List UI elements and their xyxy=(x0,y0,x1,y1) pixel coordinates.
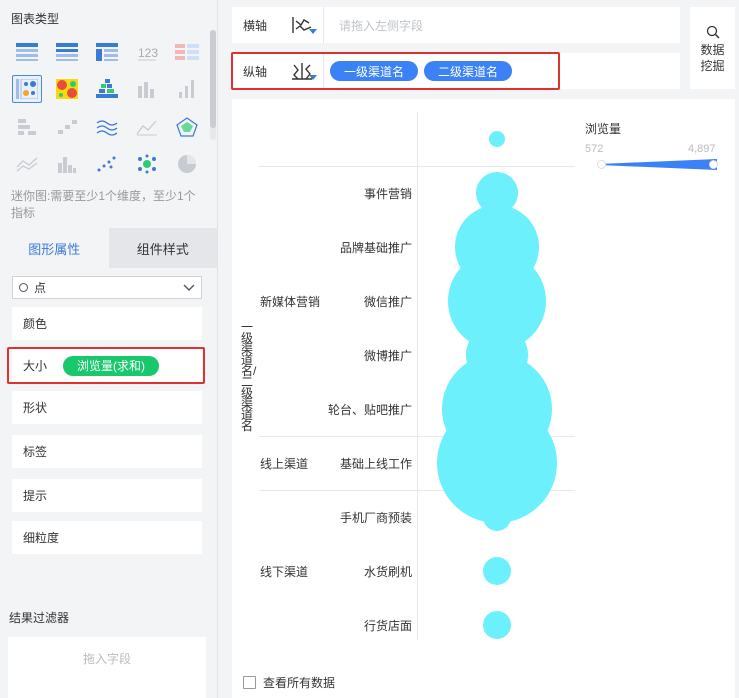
chart-type-title: 图表类型 xyxy=(11,12,60,26)
circle-mark-icon xyxy=(19,283,28,292)
svg-text:123: 123 xyxy=(138,46,158,60)
row-label: 轮台、贴吧推广 xyxy=(327,403,412,417)
area-line-icon[interactable] xyxy=(132,113,162,141)
histogram-icon[interactable] xyxy=(52,150,82,178)
top-border xyxy=(417,166,575,167)
scatter-icon[interactable] xyxy=(92,150,122,178)
color-label: 颜色 xyxy=(23,317,48,331)
group-table-icon[interactable] xyxy=(52,38,82,66)
heatmap-icon[interactable] xyxy=(52,75,82,103)
bubble-point[interactable] xyxy=(482,556,512,586)
result-filter-title: 结果过滤器 xyxy=(9,611,70,625)
mark-type-select[interactable]: 点 xyxy=(12,276,202,299)
chevron-down-icon xyxy=(183,284,195,291)
row-label: 水货刷机 xyxy=(363,565,412,579)
legend-max-handle[interactable] xyxy=(709,160,718,169)
group-label: 线下渠道 xyxy=(260,565,309,579)
bubble-point[interactable] xyxy=(482,502,512,532)
x-axis-label: 横轴 xyxy=(243,18,268,33)
column-divider xyxy=(417,112,418,640)
column-chart-icon[interactable] xyxy=(132,75,162,103)
dot-matrix-icon[interactable] xyxy=(92,75,122,103)
granularity-property[interactable]: 细粒度 xyxy=(12,521,202,554)
panel-tabs: 图形属性 组件样式 xyxy=(0,228,217,268)
radar-icon[interactable] xyxy=(172,113,202,141)
legend-max: 4,897 xyxy=(688,143,716,155)
row-label: 基础上线工作 xyxy=(339,457,412,471)
y-axis-title: 一级渠道名/二级渠道名 xyxy=(241,320,257,433)
tooltip-label: 提示 xyxy=(23,489,48,503)
granularity-label: 细粒度 xyxy=(23,531,60,545)
x-axis-shelf: 横轴 请拖入左侧字段 xyxy=(232,7,680,43)
bubble-point[interactable] xyxy=(489,131,505,147)
mark-type-value: 点 xyxy=(34,281,47,295)
legend-min: 572 xyxy=(585,143,604,155)
result-filter-dropzone[interactable]: 拖入字段 xyxy=(8,637,206,698)
row-label: 品牌基础推广 xyxy=(339,241,412,255)
data-mining-label-2: 挖掘 xyxy=(700,59,725,73)
row-label: 事件营销 xyxy=(363,187,412,201)
chart-type-scrollbar[interactable] xyxy=(210,30,216,140)
bubble-point[interactable] xyxy=(482,610,512,640)
row-label: 微信推广 xyxy=(363,295,412,309)
magnifier-icon xyxy=(706,25,720,39)
shape-property[interactable]: 形状 xyxy=(12,391,202,424)
bar-chart-icon[interactable] xyxy=(172,75,202,103)
data-mining-button[interactable]: 数据 挖掘 xyxy=(690,7,735,89)
stacked-area-icon[interactable] xyxy=(12,150,42,178)
y-axis-highlight-box xyxy=(231,52,560,90)
size-legend-slider[interactable] xyxy=(597,159,718,170)
scatter-matrix-icon[interactable] xyxy=(12,75,42,103)
size-highlight-box xyxy=(7,347,205,384)
kpi-number-icon[interactable]: 123 xyxy=(132,38,162,66)
pie-icon[interactable] xyxy=(172,150,202,178)
x-axis-sort-icon[interactable] xyxy=(280,7,324,43)
view-all-label: 查看所有数据 xyxy=(263,676,336,690)
cross-table-icon[interactable] xyxy=(92,38,122,66)
row-label: 微博推广 xyxy=(363,349,412,363)
legend-min-handle[interactable] xyxy=(597,160,606,169)
bubble-icon[interactable] xyxy=(132,150,162,178)
grouped-dot-icon[interactable] xyxy=(12,113,42,141)
row-label: 行货店面 xyxy=(363,619,412,633)
x-axis-dropzone[interactable]: 请拖入左侧字段 xyxy=(324,17,423,34)
group-label: 线上渠道 xyxy=(260,457,309,471)
table-icon[interactable] xyxy=(12,38,42,66)
shape-label: 形状 xyxy=(23,401,48,415)
label-label: 标签 xyxy=(23,445,48,459)
chart-type-hint: 迷你图:需要至少1个维度，至少1个指标 xyxy=(11,189,196,220)
row-label: 手机厂商预装 xyxy=(339,511,412,525)
tab-graphic-properties[interactable]: 图形属性 xyxy=(0,228,109,268)
label-property[interactable]: 标签 xyxy=(12,435,202,468)
group-label: 新媒体营销 xyxy=(260,295,321,309)
multi-line-icon[interactable] xyxy=(92,113,122,141)
checkbox-icon xyxy=(243,676,256,689)
view-all-data-checkbox[interactable]: 查看所有数据 xyxy=(243,674,335,691)
legend-title: 浏览量 xyxy=(585,122,622,136)
step-column-icon[interactable] xyxy=(52,113,82,141)
tab-component-style[interactable]: 组件样式 xyxy=(108,228,217,268)
tooltip-property[interactable]: 提示 xyxy=(12,479,202,512)
color-property[interactable]: 颜色 xyxy=(12,307,202,340)
left-panel: 图表类型 123 迷你图:需要至少1个维度，至少1个指标 图形属性 组件样式 点… xyxy=(0,0,218,698)
data-mining-label-1: 数据 xyxy=(700,43,725,57)
mini-chart-icon[interactable] xyxy=(172,38,202,66)
